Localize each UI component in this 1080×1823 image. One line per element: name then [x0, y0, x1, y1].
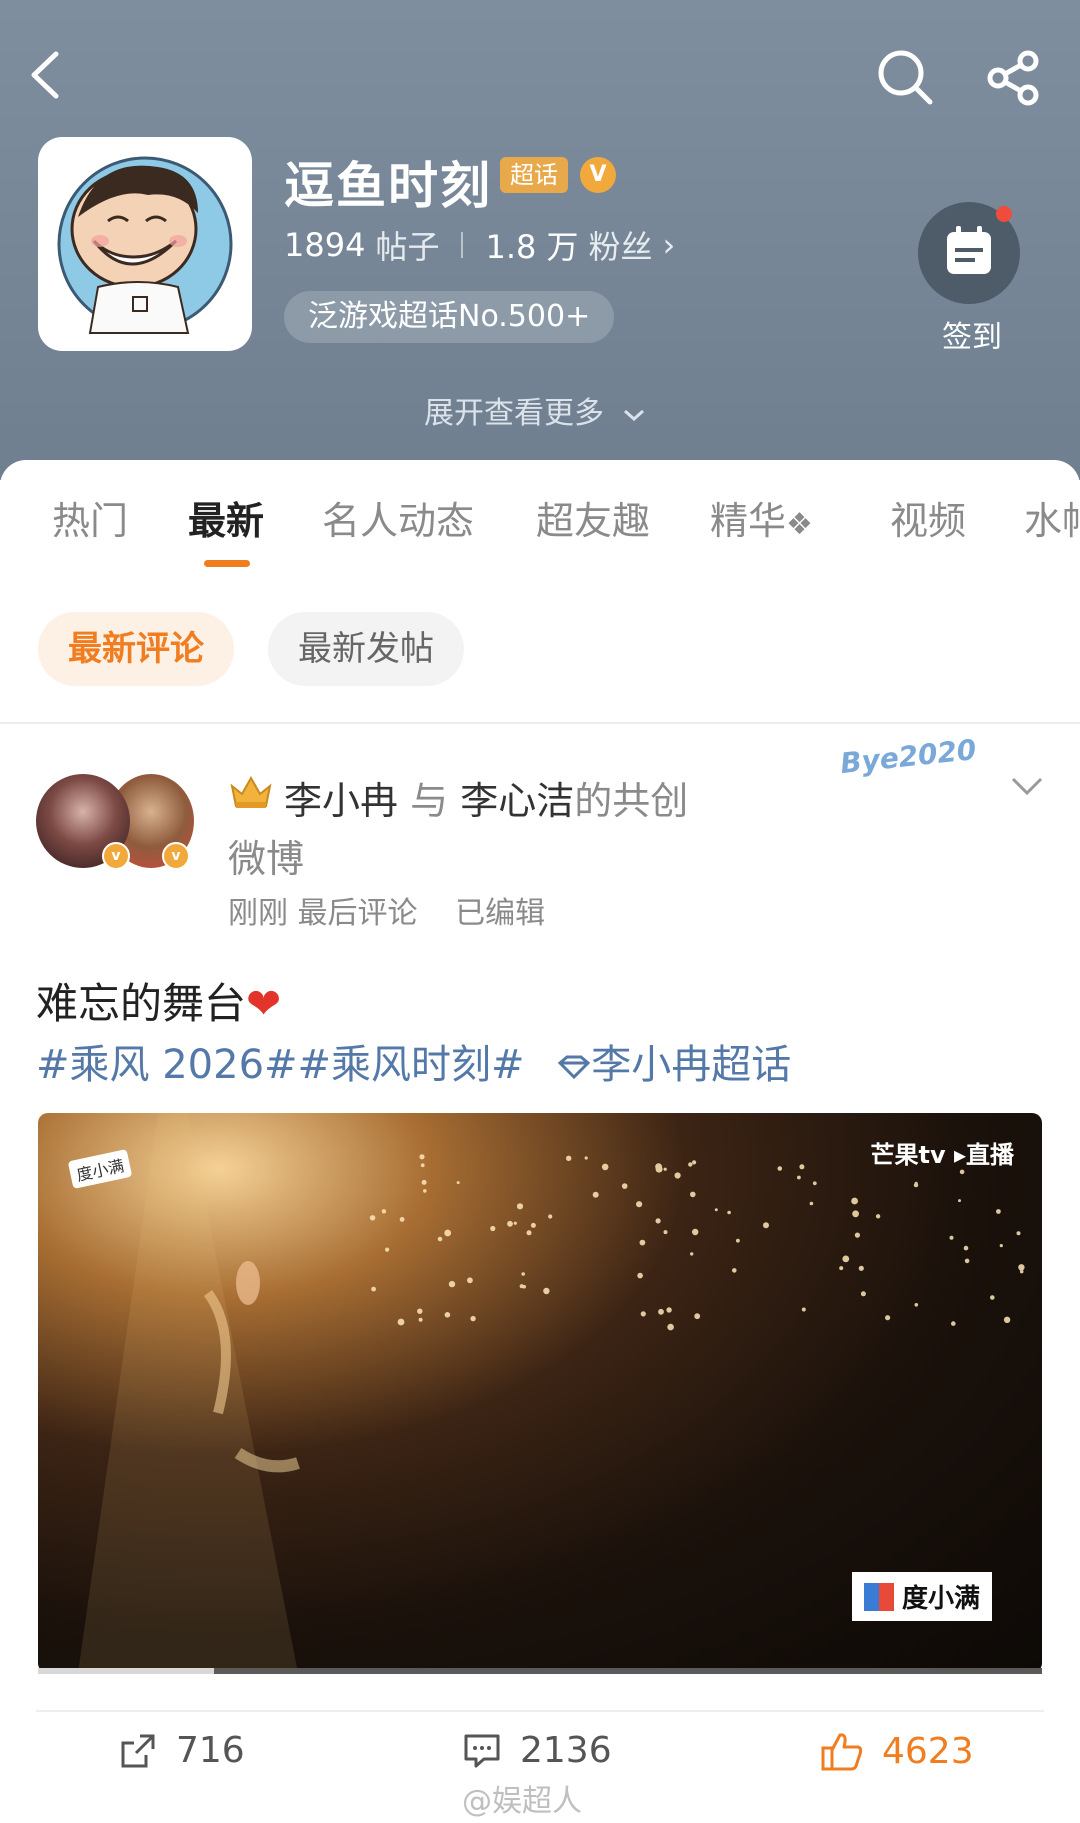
tab-bar: 热门 最新 名人动态 超友趣 精华❖ 视频 水帖 [0, 490, 1080, 560]
post-text: 难忘的舞台❤ [36, 970, 281, 1031]
section-divider [0, 722, 1080, 724]
hashtag-links[interactable]: #乘风 2026##乘风时刻# [36, 1042, 525, 1088]
like-count: 4623 [882, 1730, 974, 1772]
crown-icon [230, 775, 272, 808]
post-meta: 刚刚 最后评论 已编辑 [228, 888, 545, 932]
post-author-line: 李小冉 与 李心洁的共创 [284, 770, 688, 825]
fans-count[interactable]: 1.8 万 [485, 222, 578, 268]
rank-badge[interactable]: 泛游戏超话No.500+ [284, 291, 615, 343]
posts-count: 1894 [284, 226, 366, 264]
tab-fun[interactable]: 超友趣 [536, 490, 650, 545]
cartoon-avatar-icon [57, 156, 233, 334]
mango-tv-watermark: 芒果tv ▸直播 [870, 1141, 1014, 1169]
duxiaoman-logo: 度小满 [851, 1572, 992, 1621]
cocreate-suffix: 的共创 [574, 779, 689, 823]
tab-video[interactable]: 视频 [890, 490, 966, 545]
tab-hot[interactable]: 热门 [52, 490, 128, 545]
share-icon[interactable] [986, 50, 1042, 106]
checkin-label[interactable]: 签到 [942, 312, 1002, 356]
post-video[interactable]: 芒果tv ▸直播 度小满 度小满 [38, 1113, 1042, 1673]
post-text-body: 难忘的舞台 [36, 979, 247, 1028]
heart-emoji-icon: ❤ [246, 979, 282, 1028]
author-connector: 与 [410, 779, 449, 823]
filter-latest-post[interactable]: 最新发帖 [268, 612, 464, 686]
comment-count: 2136 [520, 1730, 612, 1771]
search-icon[interactable] [876, 48, 934, 106]
fans-chevron-icon[interactable]: › [663, 226, 676, 264]
cocreate-suffix-line2: 微博 [228, 837, 305, 881]
chevron-down-icon [623, 409, 644, 422]
tab-featured-label: 精华 [710, 499, 787, 543]
like-button[interactable]: 4623 [820, 1730, 974, 1772]
back-arrow-icon[interactable] [26, 50, 66, 100]
post-tags: #乘风 2026##乘风时刻# 李小冉超话 [36, 1032, 791, 1090]
repost-button[interactable]: 716 [118, 1730, 245, 1771]
topic-avatar[interactable] [38, 137, 252, 351]
super-topic-badge: 超话 [500, 157, 568, 193]
topic-stats: 1894 帖子 1.8 万 粉丝 › [284, 222, 675, 268]
last-comment-label: 最后评论 [297, 896, 418, 931]
tab-celebrity[interactable]: 名人动态 [322, 490, 474, 545]
comment-button[interactable]: 2136 [462, 1730, 612, 1771]
expand-more-link[interactable]: 展开查看更多 [424, 388, 646, 432]
actions-divider [36, 1710, 1044, 1712]
filter-latest-comment[interactable]: 最新评论 [38, 612, 234, 686]
repost-count: 716 [176, 1730, 245, 1771]
author-name[interactable]: 李小冉 [284, 779, 398, 823]
verified-dot-icon: v [162, 842, 190, 870]
verified-dot-icon: v [102, 842, 130, 870]
source-watermark: @娱超人 [462, 1784, 582, 1819]
post-time: 刚刚 [228, 896, 288, 931]
comment-icon [464, 1734, 500, 1767]
posts-label: 帖子 [375, 228, 440, 266]
post-menu-chevron-icon[interactable] [1010, 775, 1044, 797]
repost-icon [121, 1734, 155, 1767]
coauthor-name[interactable]: 李心洁 [460, 779, 574, 823]
tab-water[interactable]: 水帖 [1024, 490, 1080, 545]
stats-divider [461, 232, 464, 258]
super-topic-label: 李小冉超话 [591, 1042, 792, 1088]
verified-badge-icon: V [580, 157, 616, 193]
tab-latest[interactable]: 最新 [188, 490, 264, 545]
notification-dot [996, 206, 1012, 222]
thumbs-up-icon [821, 1733, 863, 1771]
diamond-icon [558, 1055, 591, 1080]
super-topic-link[interactable]: 李小冉超话 [557, 1042, 791, 1088]
topic-title: 逗鱼时刻 [284, 157, 492, 215]
duxiaoman-logo-icon [863, 1582, 894, 1611]
video-progress-fill [38, 1668, 214, 1674]
tab-featured[interactable]: 精华❖ [710, 490, 813, 545]
diamond-icon: ❖ [786, 507, 813, 542]
expand-label: 展开查看更多 [424, 396, 604, 431]
fans-label[interactable]: 粉丝 [589, 222, 653, 268]
duxiaoman-logo-text: 度小满 [901, 1584, 980, 1614]
active-tab-indicator [204, 560, 250, 567]
edited-label: 已编辑 [455, 896, 546, 931]
